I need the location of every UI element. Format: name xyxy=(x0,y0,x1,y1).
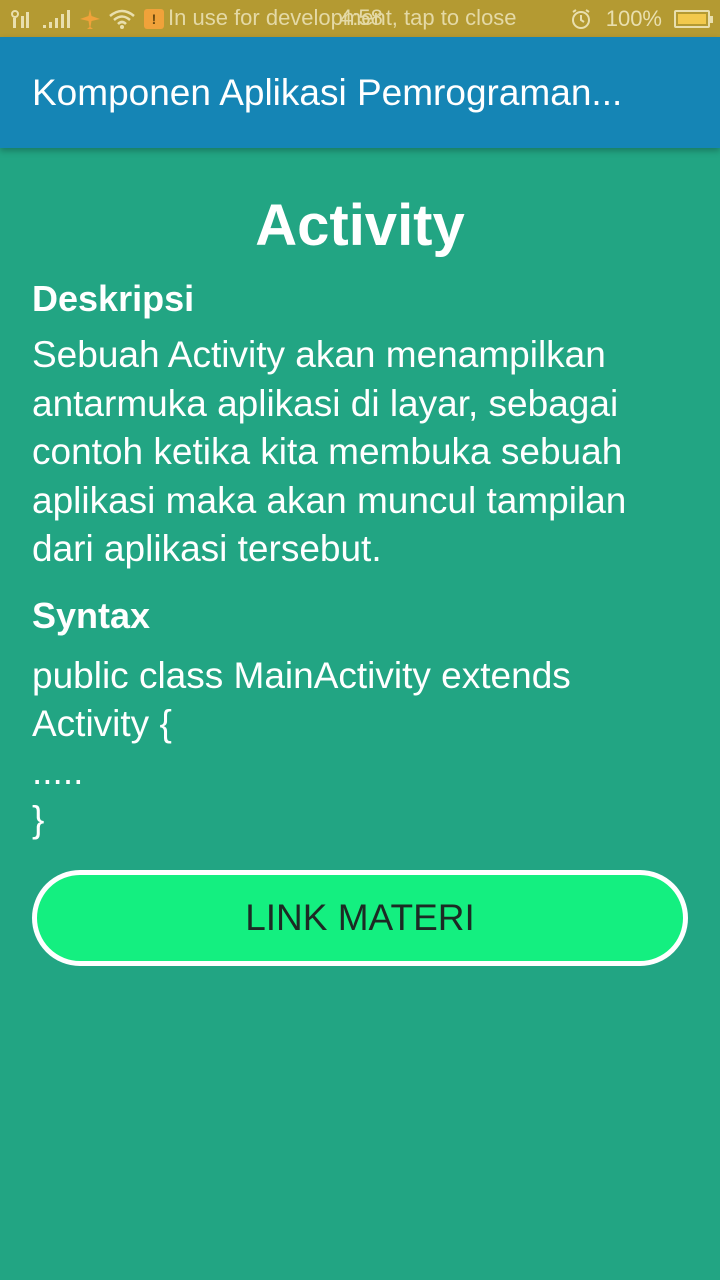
description-label: Deskripsi xyxy=(32,278,195,319)
app-bar-title: Komponen Aplikasi Pemrograman... xyxy=(32,71,623,113)
syntax-label: Syntax xyxy=(32,594,151,636)
page-title: Activity xyxy=(255,193,465,258)
status-clock: 4:58 xyxy=(340,5,383,30)
link-materi-button-label: LINK MATERI xyxy=(245,897,475,938)
battery-level xyxy=(678,13,706,24)
sim-icon xyxy=(10,8,36,30)
status-icons-right: 100% xyxy=(570,0,713,37)
content-area: Activity Deskripsi Sebuah Activity akan … xyxy=(32,148,688,844)
alarm-icon xyxy=(570,8,592,30)
app-bar: Komponen Aplikasi Pemrograman... xyxy=(0,37,720,148)
developer-mode-icon: ! xyxy=(144,8,164,29)
airplane-icon xyxy=(78,7,102,31)
status-bar[interactable]: ! In use for development, tap to close 4… xyxy=(0,0,720,37)
syntax-code: public class MainActivity extends Activi… xyxy=(32,654,571,840)
signal-icon xyxy=(42,8,72,30)
description-text: Sebuah Activity akan menampilkan antarmu… xyxy=(32,334,627,569)
status-icons-left: ! xyxy=(0,0,172,37)
battery-percent: 100% xyxy=(605,5,662,31)
link-materi-button[interactable]: LINK MATERI xyxy=(32,870,688,966)
battery-icon xyxy=(674,9,713,28)
wifi-icon xyxy=(108,8,136,30)
